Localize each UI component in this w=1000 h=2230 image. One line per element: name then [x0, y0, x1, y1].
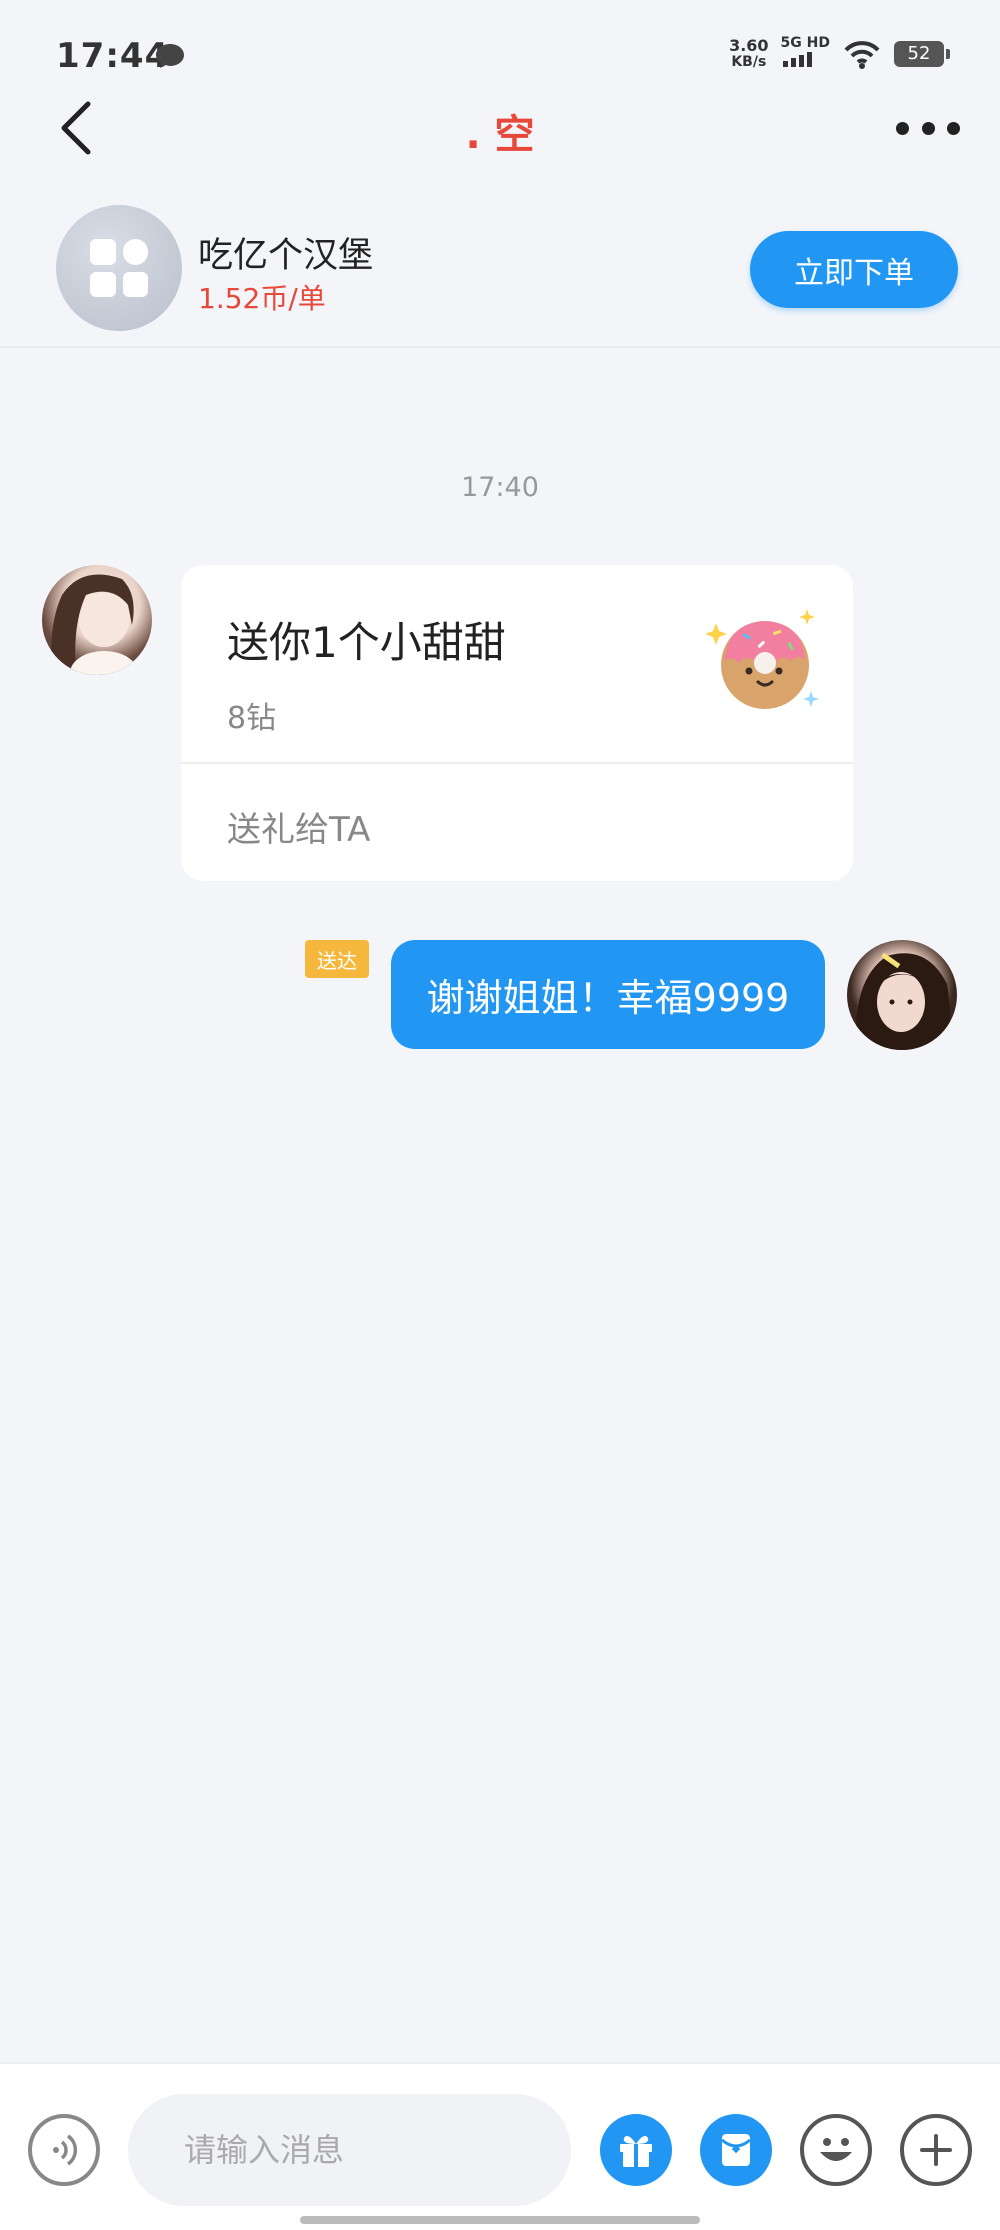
- avatar-photo: [856, 952, 950, 1050]
- message-input[interactable]: [128, 2094, 571, 2206]
- voice-wave-icon: [53, 2134, 78, 2166]
- red-packet-button[interactable]: [700, 2114, 772, 2186]
- service-price: 1.52币/单: [198, 282, 326, 315]
- voice-input-button[interactable]: [28, 2114, 100, 2186]
- network-speed: 3.60 KB/s: [729, 35, 769, 70]
- cellular-signal: 5G HD: [781, 36, 830, 71]
- more-dot-icon: [947, 121, 960, 135]
- gift-price: 8钻: [227, 701, 277, 736]
- wifi-icon: [844, 40, 880, 69]
- more-dot-icon: [921, 121, 935, 135]
- service-name: 吃亿个汉堡: [198, 236, 374, 276]
- gift-button[interactable]: [600, 2114, 672, 2186]
- input-toolbar: [0, 2062, 1000, 2230]
- message-timestamp: 17:40: [461, 472, 539, 503]
- gift-title: 送你1个小甜甜: [227, 618, 506, 667]
- service-avatar[interactable]: [56, 205, 182, 331]
- my-avatar[interactable]: [847, 940, 957, 1050]
- gift-message-card[interactable]: 送你1个小甜甜 8钻 送礼给TA: [181, 565, 853, 881]
- signal-bars-icon: [782, 52, 812, 67]
- message-notification-icon: [156, 44, 184, 68]
- more-actions-button[interactable]: [900, 2114, 972, 2186]
- red-packet-icon: [721, 2134, 751, 2166]
- more-options-button[interactable]: [896, 110, 960, 146]
- smiley-face-icon: [820, 2138, 852, 2161]
- gift-box-icon: [620, 2136, 652, 2167]
- delivered-status-badge: 送达: [305, 940, 369, 978]
- status-indicators: 3.60 KB/s 5G HD 52: [729, 35, 950, 71]
- donut-gift-icon: [705, 609, 819, 709]
- order-now-button[interactable]: 立即下单: [750, 231, 958, 308]
- plus-icon: [920, 2134, 952, 2166]
- home-indicator[interactable]: [300, 2216, 700, 2224]
- more-dot-icon: [896, 121, 909, 135]
- card-divider: [181, 762, 853, 764]
- order-header: 吃亿个汉堡 1.52币/单 立即下单: [0, 195, 1000, 348]
- status-time: 17:44: [56, 36, 170, 76]
- emoji-button[interactable]: [800, 2114, 872, 2186]
- app-grid-icon: [90, 239, 148, 297]
- battery-indicator: 52: [894, 40, 950, 67]
- status-bar: 17:44 3.60 KB/s 5G HD 52: [0, 0, 1000, 110]
- avatar-photo: [51, 574, 138, 675]
- sender-avatar[interactable]: [42, 565, 152, 675]
- send-gift-link[interactable]: 送礼给TA: [227, 802, 370, 851]
- chat-title: . 空: [465, 112, 535, 158]
- outgoing-message-bubble[interactable]: 谢谢姐姐！幸福9999: [391, 940, 825, 1049]
